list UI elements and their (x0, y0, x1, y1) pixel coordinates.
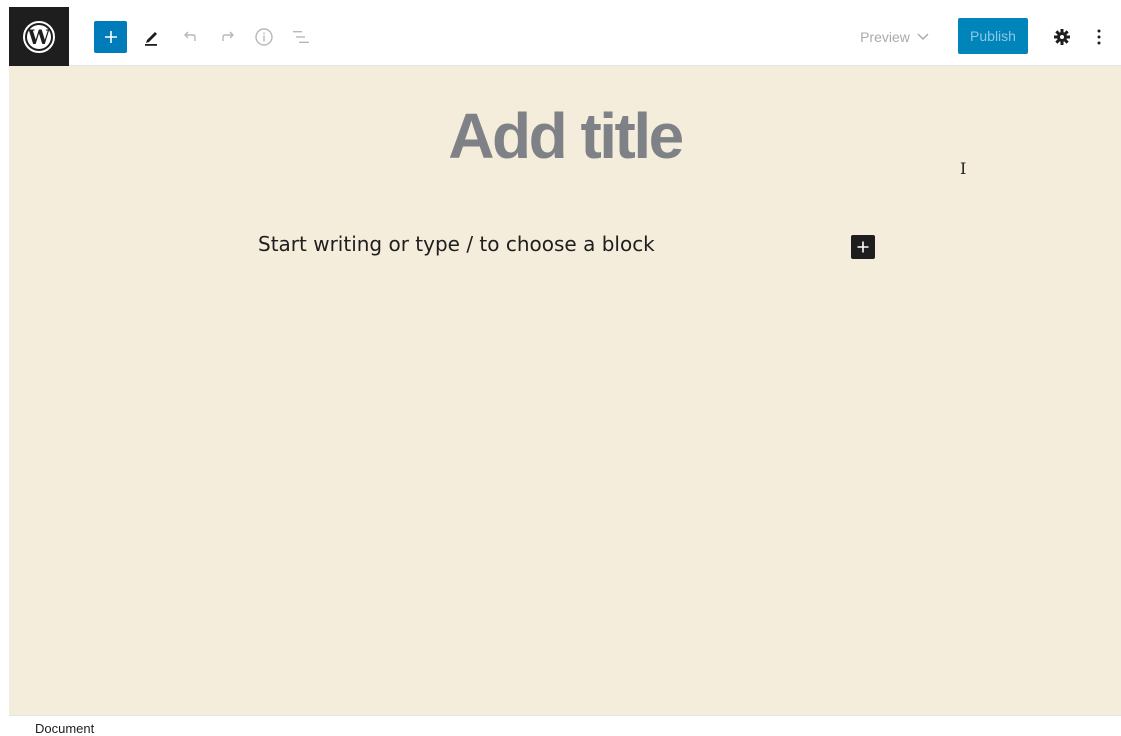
pencil-icon (145, 32, 157, 46)
post-title-input[interactable]: Add title (9, 99, 1121, 173)
preview-button[interactable]: Preview (855, 21, 935, 53)
plus-icon (104, 31, 117, 43)
redo-icon (222, 31, 234, 41)
block-inserter-button[interactable] (94, 21, 127, 53)
more-options-button[interactable] (1089, 21, 1109, 53)
tools-button[interactable] (138, 21, 166, 53)
outline-button[interactable] (287, 21, 315, 53)
add-block-button[interactable] (851, 235, 875, 259)
publish-button[interactable]: Publish (958, 18, 1028, 54)
settings-button[interactable] (1050, 21, 1074, 53)
editor-window: W Preview Publish Add title Start writin… (9, 7, 1121, 736)
text-cursor-icon: I (960, 159, 967, 178)
list-view-icon (293, 31, 309, 43)
undo-button[interactable] (176, 21, 204, 53)
block-placeholder[interactable]: Start writing or type / to choose a bloc… (258, 232, 655, 256)
footer-bar: Document (9, 715, 1121, 736)
top-toolbar: W Preview Publish (9, 7, 1121, 66)
details-button[interactable] (250, 21, 278, 53)
info-icon (255, 28, 273, 46)
gear-icon (1054, 29, 1070, 45)
svg-text:W: W (27, 25, 51, 49)
wordpress-logo-icon[interactable]: W (9, 7, 69, 66)
more-vertical-icon (1097, 29, 1101, 45)
preview-label: Preview (860, 29, 910, 45)
plus-icon (857, 241, 869, 253)
chevron-down-icon (917, 33, 929, 40)
redo-button[interactable] (214, 21, 242, 53)
editor-canvas: Add title Start writing or type / to cho… (9, 66, 1121, 715)
undo-icon (184, 31, 196, 41)
